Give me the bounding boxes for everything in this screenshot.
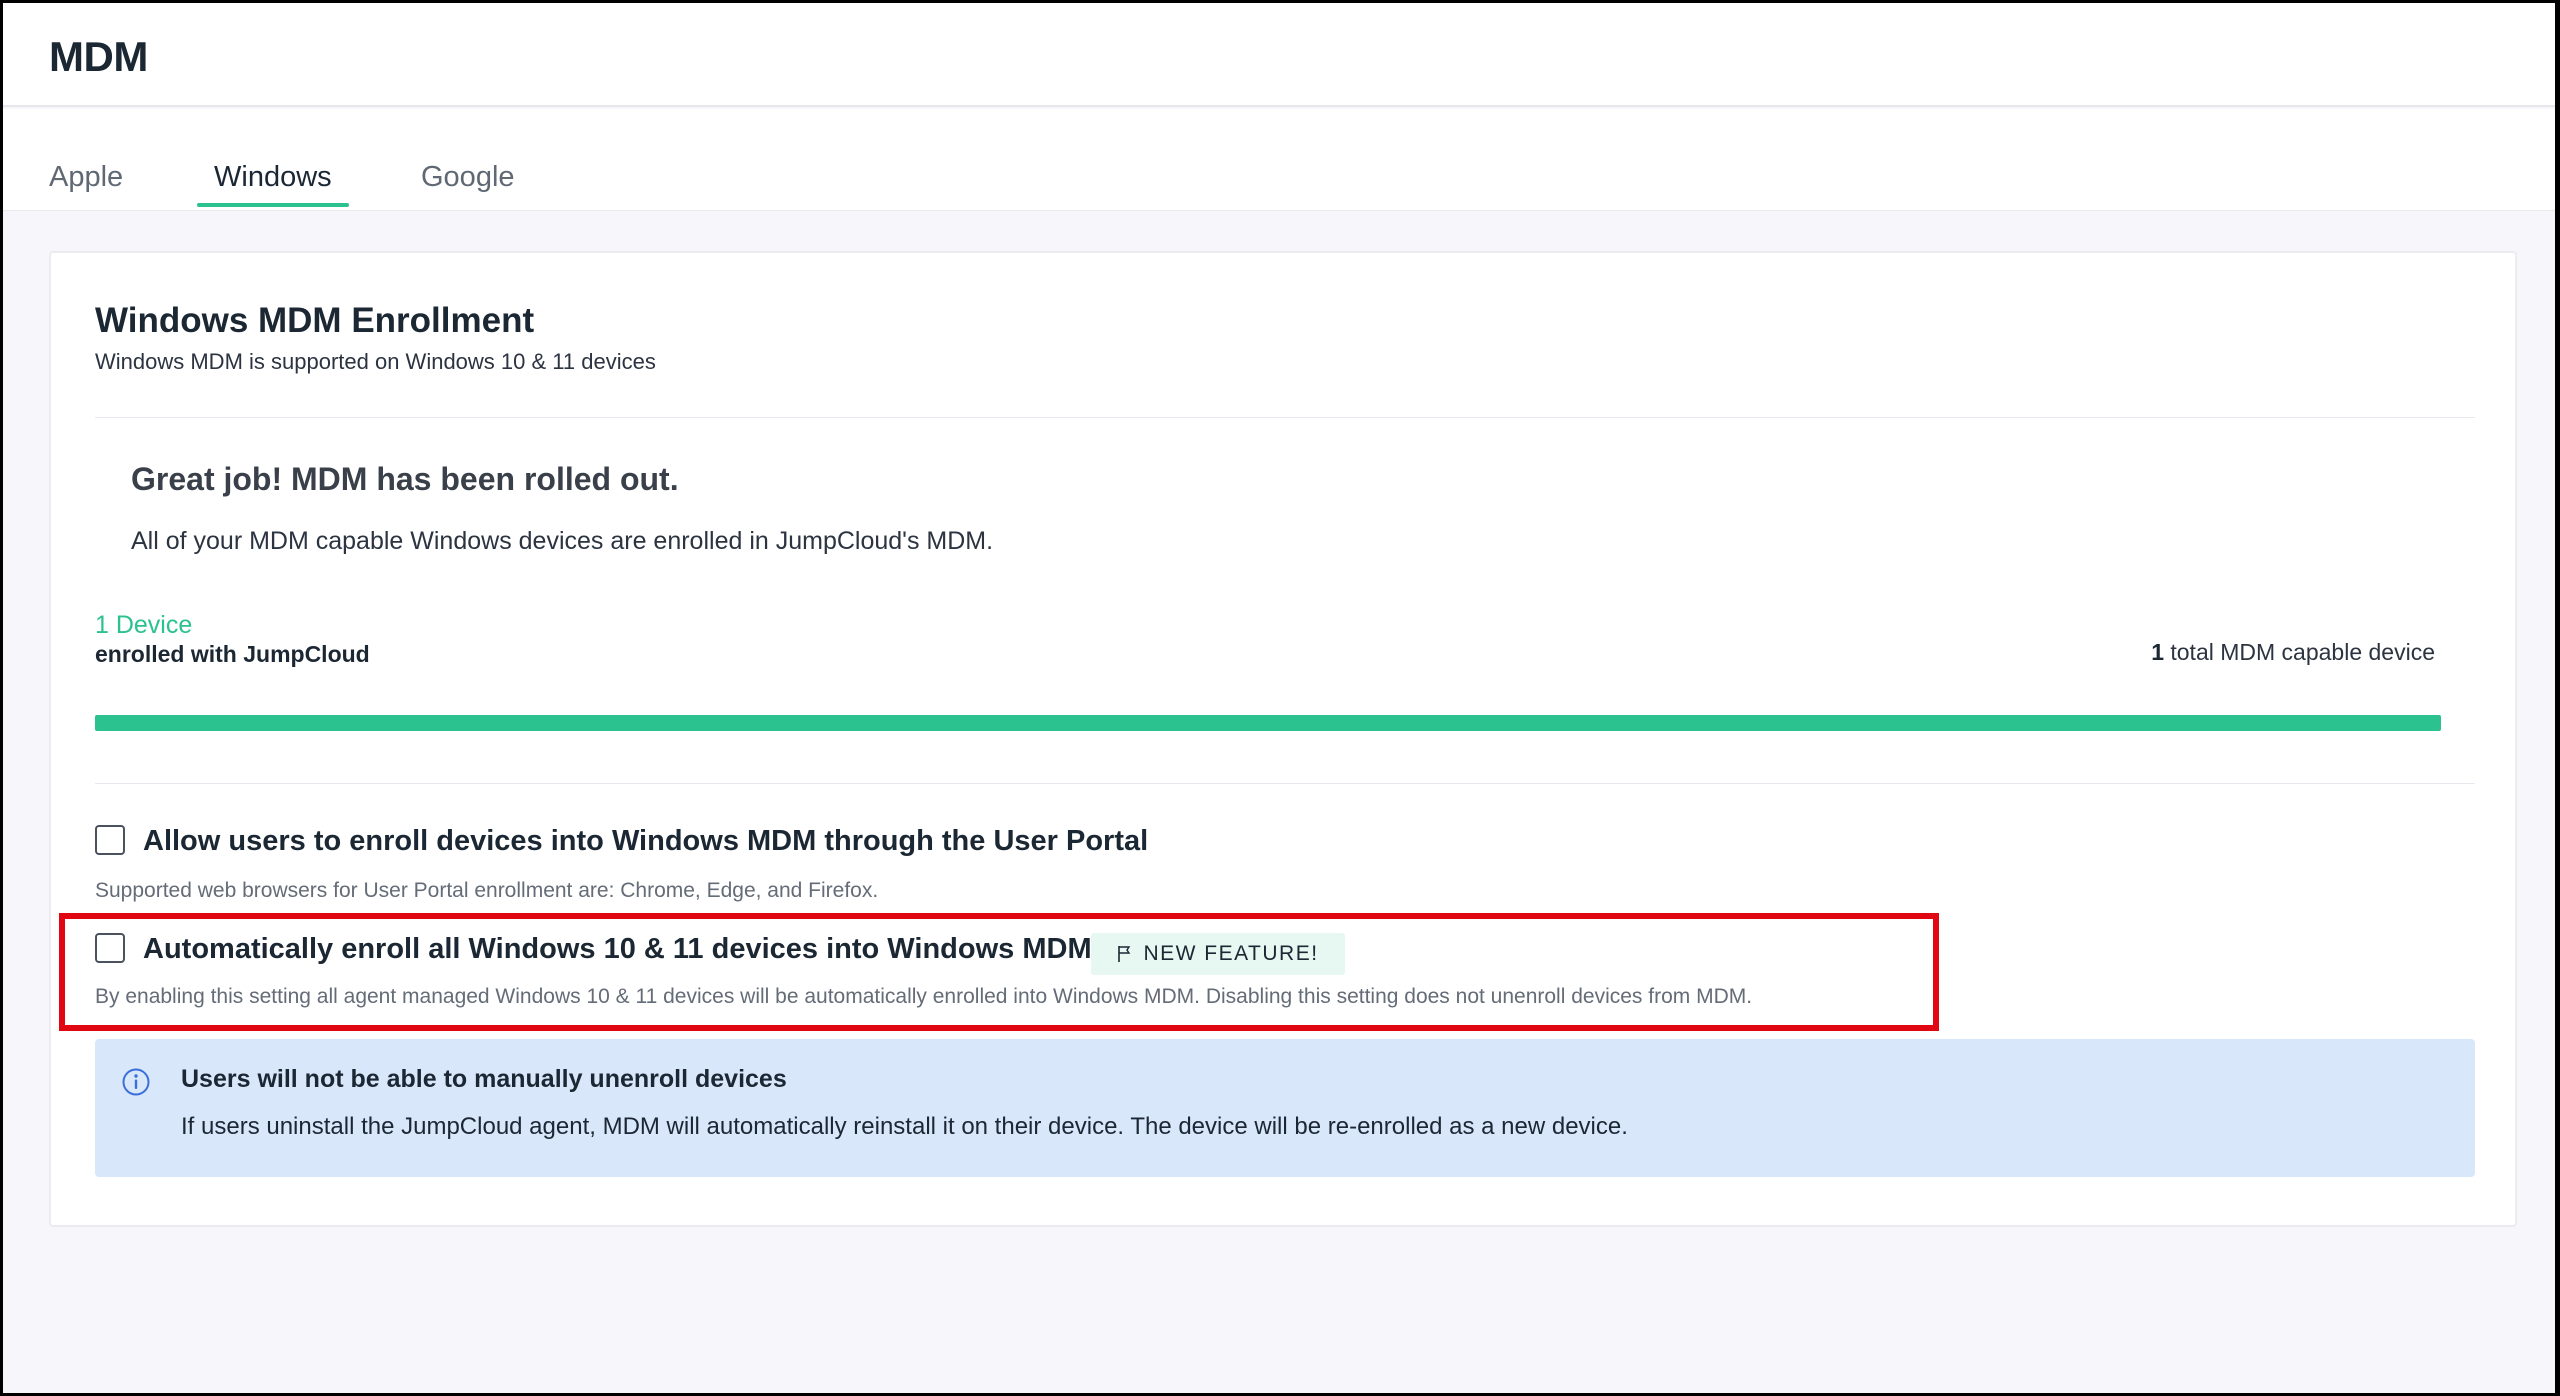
- divider: [95, 417, 2475, 418]
- rollout-description: All of your MDM capable Windows devices …: [131, 527, 994, 555]
- total-capable-label: total MDM capable device: [2170, 639, 2435, 665]
- info-text: If users uninstall the JumpCloud agent, …: [181, 1113, 1628, 1140]
- total-capable-devices: 1 total MDM capable device: [2151, 639, 2435, 666]
- active-tab-indicator: [197, 203, 349, 207]
- tab-windows[interactable]: Windows: [214, 161, 332, 194]
- tab-google[interactable]: Google: [421, 161, 515, 194]
- tab-bar: Apple Windows Google: [3, 109, 2555, 211]
- enrolled-label: enrolled with JumpCloud: [95, 641, 370, 667]
- app-frame: MDM Apple Windows Google Windows MDM Enr…: [3, 3, 2555, 1393]
- unenroll-info-alert: Users will not be able to manually unenr…: [95, 1039, 2475, 1177]
- tab-apple[interactable]: Apple: [49, 161, 123, 194]
- enrolled-device-count: 1 Device: [95, 611, 193, 639]
- card-subtitle: Windows MDM is supported on Windows 10 &…: [95, 349, 656, 374]
- page-title: MDM: [49, 33, 148, 80]
- user-portal-enroll-checkbox[interactable]: [95, 825, 125, 855]
- page-header: MDM: [3, 3, 2555, 107]
- card-title: Windows MDM Enrollment: [95, 301, 535, 340]
- enrollment-progress-fill: [95, 715, 2441, 731]
- auto-enroll-highlight: [59, 913, 1939, 1031]
- user-portal-enroll-label: Allow users to enroll devices into Windo…: [143, 825, 1149, 857]
- rollout-title: Great job! MDM has been rolled out.: [131, 461, 679, 497]
- user-portal-enroll-help: Supported web browsers for User Portal e…: [95, 879, 879, 902]
- total-capable-count: 1: [2151, 639, 2164, 665]
- divider: [95, 783, 2475, 784]
- info-title: Users will not be able to manually unenr…: [181, 1065, 787, 1093]
- enrollment-card: Windows MDM Enrollment Windows MDM is su…: [49, 251, 2517, 1227]
- enrollment-progress-bar: [95, 715, 2441, 731]
- info-icon: [122, 1068, 150, 1096]
